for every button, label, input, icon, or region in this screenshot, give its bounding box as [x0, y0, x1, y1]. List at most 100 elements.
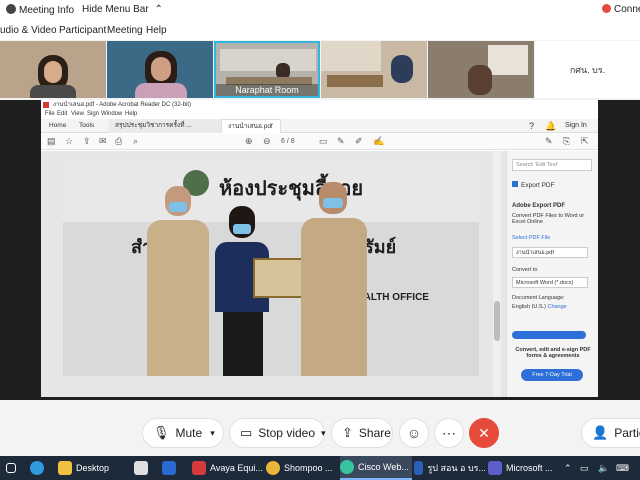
network-icon[interactable]: ▭ [580, 456, 589, 480]
chevron-down-icon[interactable]: ▾ [210, 428, 215, 439]
video-tile[interactable] [321, 41, 427, 98]
webex-icon [340, 460, 354, 474]
acro-menu-view[interactable]: View [71, 111, 84, 117]
video-tile[interactable] [428, 41, 534, 98]
search-tools-input[interactable]: Search 'Edit Text' [512, 159, 592, 171]
document-language-value: English (U.S.) Change [512, 304, 567, 310]
keyboard-language-icon[interactable]: ⌨ [616, 456, 629, 480]
connection-icon [602, 4, 611, 13]
menu-participant[interactable]: Participant [59, 25, 106, 36]
volume-icon[interactable]: 🔈 [598, 456, 609, 480]
page-number-input[interactable]: 6 / 8 [281, 138, 295, 145]
page-up-icon[interactable]: ⊕ [245, 136, 253, 147]
print-icon[interactable]: ⎙ [115, 136, 122, 147]
sign-in-link[interactable]: Sign In [559, 119, 593, 133]
more-options-icon[interactable]: ⋯ [434, 418, 464, 448]
edit-pdf-icon[interactable]: ✎ [545, 136, 553, 147]
tray-chevron-icon[interactable]: ⌃ [564, 456, 572, 480]
taskbar-teams[interactable]: Microsoft ... [488, 456, 558, 480]
document-scrollbar[interactable] [493, 151, 501, 397]
fill-sign-icon[interactable]: ✍ [373, 136, 384, 147]
email-icon[interactable]: ✉ [99, 136, 107, 147]
right-tools-pane: Search 'Edit Text' Export PDF Adobe Expo… [506, 151, 598, 397]
save-icon[interactable]: ▤ [47, 136, 56, 147]
upload-icon[interactable]: ⇪ [83, 136, 91, 147]
video-strip: Naraphat Room กศน. บร. [0, 40, 640, 100]
selected-file[interactable]: งานนำเสนอ.pdf [512, 247, 588, 258]
chevron-down-icon[interactable]: ▾ [321, 428, 326, 439]
free-trial-button[interactable]: Free 7-Day Trial [521, 369, 583, 381]
export-pdf-icon [512, 181, 518, 187]
acro-menu-sign[interactable]: Sign [87, 111, 99, 117]
share-button[interactable]: ⇪ Share [331, 418, 393, 448]
acro-menu-file[interactable]: File [45, 111, 55, 117]
page-down-icon[interactable]: ⊖ [263, 136, 271, 147]
tab-tools[interactable]: Tools [73, 119, 100, 133]
meeting-info-button[interactable]: Meeting Info [6, 4, 74, 16]
acrobat-toolbar: ▤ ☆ ⇪ ✉ ⎙ ⌕ ⊕ ⊖ 6 / 8 ▭ ✎ ✐ ✍ ✎ ⎘ ⇱ [41, 134, 598, 150]
video-tile-active[interactable]: Naraphat Room [214, 41, 320, 98]
acrobat-tabs: Home Tools สรุปประชุมวิชาการครั้งที่ ...… [41, 119, 598, 133]
comment-icon[interactable]: ▭ [319, 136, 328, 147]
hide-menu-bar-button[interactable]: Hide Menu Bar ⌃ [82, 4, 163, 15]
bookmark-star-icon[interactable]: ☆ [65, 136, 73, 147]
reactions-icon[interactable]: ☺ [399, 418, 429, 448]
acrobat-window: งานนำเสนอ.pdf - Adobe Acrobat Reader DC … [41, 100, 598, 397]
select-pdf-file-link[interactable]: Select PDF File [512, 235, 550, 241]
tab-document-1[interactable]: สรุปประชุมวิชาการครั้งที่ ... [109, 119, 227, 133]
acro-menu-edit[interactable]: Edit [57, 111, 67, 117]
stop-video-button[interactable]: ▭ Stop video ▾ [229, 418, 326, 448]
menu-help[interactable]: Help [146, 25, 167, 36]
adobe-export-heading: Adobe Export PDF [512, 203, 566, 209]
participants-button[interactable]: 👤 Participa [581, 418, 640, 448]
mail-icon[interactable] [162, 456, 180, 480]
share-link-icon[interactable]: ⎘ [563, 136, 570, 147]
video-tile[interactable] [0, 41, 106, 98]
chrome-icon [266, 461, 280, 475]
taskbar-word[interactable]: รูป สอน อ บร... [414, 456, 486, 480]
end-meeting-icon[interactable]: ✕ [469, 418, 499, 448]
meeting-controls: 🎙 Mute ▾ ▭ Stop video ▾ ⇪ Share ☺ ⋯ ✕ 👤 … [0, 400, 640, 456]
menu-meeting[interactable]: Meeting [107, 25, 143, 36]
taskbar-cisco-webex[interactable]: Cisco Web... [340, 456, 412, 480]
format-select[interactable]: Microsoft Word (*.docx) [512, 277, 588, 288]
task-view-icon[interactable] [6, 456, 20, 480]
meeting-menubar: udio & Video Participant Meeting Help [0, 20, 640, 40]
tab-home[interactable]: Home [43, 119, 72, 133]
export-pdf-tool[interactable]: Export PDF [512, 181, 555, 189]
taskbar-desktop[interactable]: Desktop [58, 456, 130, 480]
windows-taskbar: Desktop Avaya Equi... Shompoo ... Cisco … [0, 456, 640, 480]
participant-name-label: กศน. บร. [569, 65, 606, 75]
menu-audio-video[interactable]: udio & Video [0, 25, 57, 36]
export-description: Convert PDF Files to Word or Excel Onlin… [512, 213, 585, 225]
chevron-up-icon: ⌃ [154, 4, 163, 15]
video-tile[interactable] [107, 41, 213, 98]
edge-icon[interactable] [30, 456, 48, 480]
acrobat-menubar: File Edit View Sign Window Help [41, 110, 598, 119]
video-tile-name: Naraphat Room [216, 84, 318, 96]
acro-menu-help[interactable]: Help [125, 111, 137, 117]
tab-document-active[interactable]: งานนำเสนอ.pdf [221, 119, 281, 133]
connection-status[interactable]: Conne [602, 4, 640, 15]
teams-icon [488, 461, 502, 475]
store-icon[interactable] [134, 456, 152, 480]
taskbar-avaya[interactable]: Avaya Equi... [192, 456, 264, 480]
taskbar-chrome[interactable]: Shompoo ... [266, 456, 338, 480]
share-screen-icon: ⇪ [342, 425, 353, 440]
change-language-link[interactable]: Change [547, 304, 566, 310]
search-icon[interactable]: ⌕ [133, 136, 138, 147]
microphone-icon: 🎙 [153, 425, 170, 440]
acro-menu-window[interactable]: Window [101, 111, 122, 117]
mute-button[interactable]: 🎙 Mute ▾ [142, 418, 224, 448]
convert-button[interactable] [512, 331, 586, 339]
share-icon[interactable]: ⇱ [581, 136, 589, 147]
word-icon [414, 461, 424, 475]
video-tile-no-camera[interactable]: กศน. บร. [535, 41, 640, 98]
highlight-icon[interactable]: ✐ [355, 136, 363, 147]
pdf-icon [43, 102, 49, 108]
document-photo: ห้องประชุมลี้ลอย สำ บุรีรัมย์ L HEALTH O… [63, 162, 479, 376]
help-icon[interactable]: ? [523, 119, 540, 133]
pen-icon[interactable]: ✎ [337, 136, 345, 147]
avaya-icon [192, 461, 206, 475]
document-view[interactable]: ห้องประชุมลี้ลอย สำ บุรีรัมย์ L HEALTH O… [41, 151, 506, 397]
